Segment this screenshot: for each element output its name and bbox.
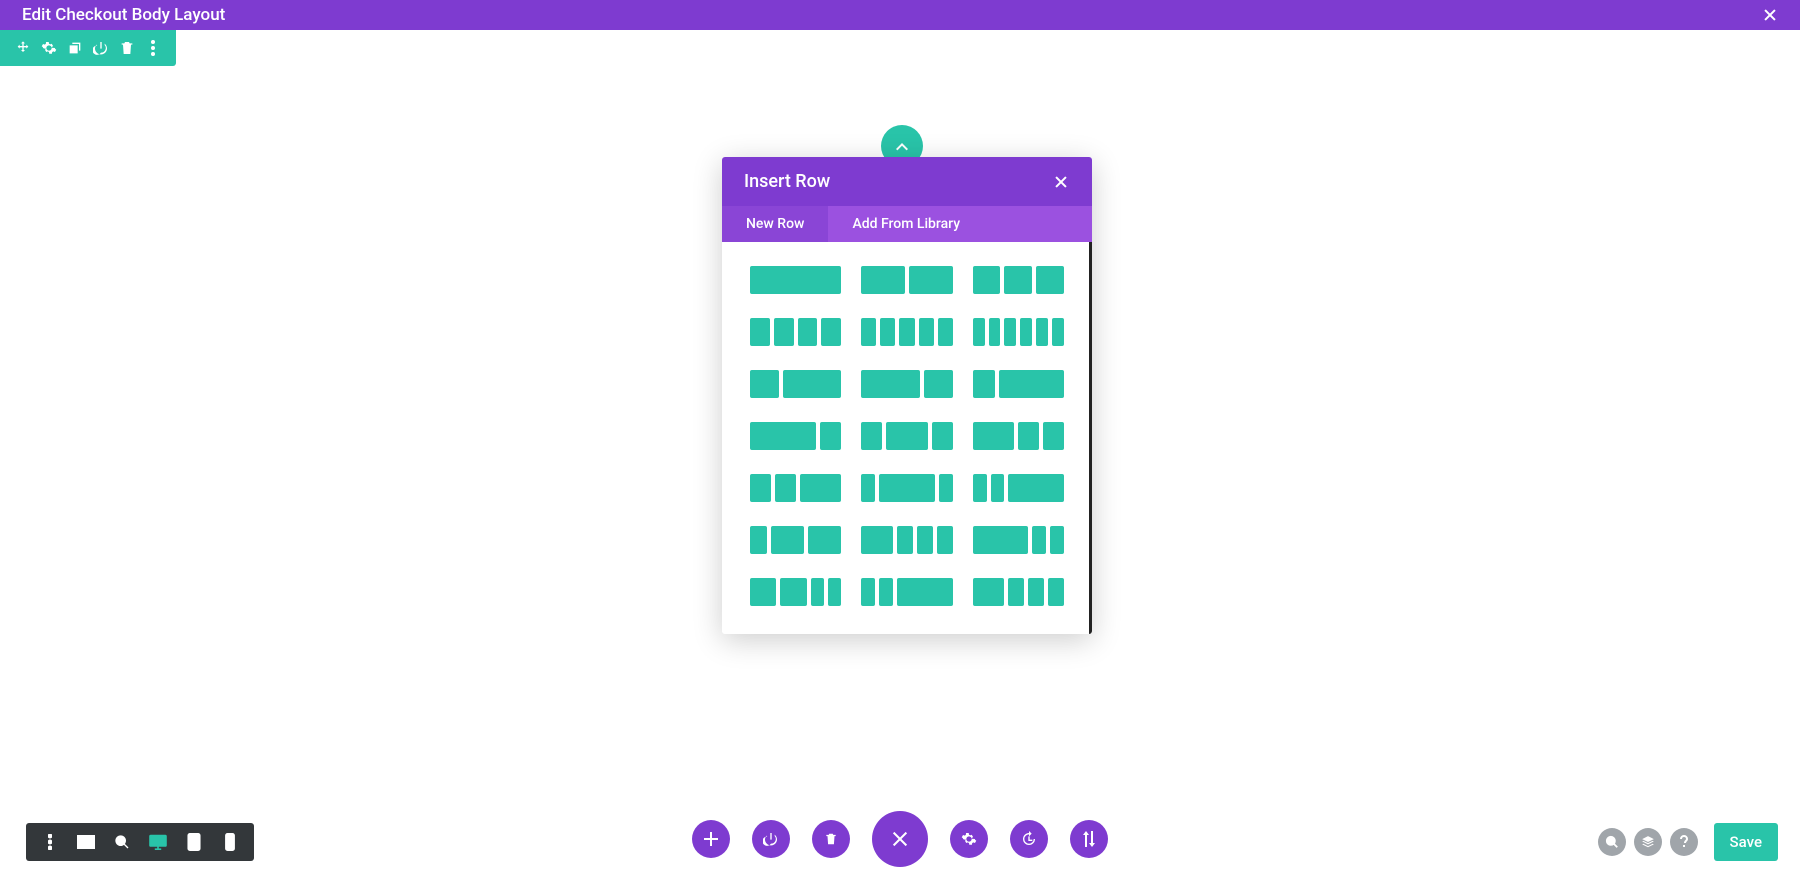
search-help-button[interactable]: [1598, 828, 1626, 856]
layout-option[interactable]: [750, 578, 841, 606]
gear-icon: [961, 831, 977, 847]
popover-tabs: New Row Add From Library: [722, 206, 1092, 242]
layout-option[interactable]: [861, 370, 952, 398]
duplicate-button[interactable]: [62, 34, 88, 62]
tab-new-row[interactable]: New Row: [722, 206, 828, 242]
insert-row-popover: Insert Row New Row Add From Library: [722, 157, 1092, 634]
popover-close-button[interactable]: [1052, 173, 1070, 191]
zoom-button[interactable]: [104, 824, 140, 860]
layout-option[interactable]: [973, 422, 1064, 450]
save-button[interactable]: Save: [1714, 823, 1778, 861]
close-panel-button[interactable]: [872, 811, 928, 867]
layout-option[interactable]: [973, 266, 1064, 294]
sort-icon: [1082, 831, 1096, 847]
layout-option[interactable]: [750, 526, 841, 554]
help-save-group: Save: [1598, 823, 1778, 861]
tablet-icon: [187, 833, 201, 851]
layout-option[interactable]: [973, 526, 1064, 554]
layout-option[interactable]: [750, 266, 841, 294]
power-button[interactable]: [88, 34, 114, 62]
delete-button[interactable]: [114, 34, 140, 62]
trash-icon: [119, 40, 135, 56]
reorder-button[interactable]: [1070, 820, 1108, 858]
popover-body-wrap: [722, 242, 1092, 634]
clear-button[interactable]: [812, 820, 850, 858]
power-icon: [93, 40, 109, 56]
view-toolbar: [26, 823, 254, 861]
page-title: Edit Checkout Body Layout: [22, 5, 225, 25]
desktop-view-button[interactable]: [140, 824, 176, 860]
more-icon: [48, 834, 52, 850]
topbar: Edit Checkout Body Layout: [0, 0, 1800, 30]
page-actions: [692, 811, 1108, 867]
layout-option[interactable]: [750, 370, 841, 398]
trash-icon: [824, 831, 838, 847]
add-button[interactable]: [692, 820, 730, 858]
settings-button[interactable]: [36, 34, 62, 62]
close-icon: [891, 830, 909, 848]
page-settings-button[interactable]: [950, 820, 988, 858]
layout-option[interactable]: [973, 318, 1064, 346]
layout-option[interactable]: [861, 318, 952, 346]
layout-grid: [722, 242, 1092, 634]
layers-button[interactable]: [1634, 828, 1662, 856]
history-button[interactable]: [1010, 820, 1048, 858]
toggle-button[interactable]: [752, 820, 790, 858]
power-icon: [763, 831, 779, 847]
popover-header: Insert Row: [722, 157, 1092, 206]
help-button[interactable]: [1670, 828, 1698, 856]
search-icon: [1605, 835, 1619, 849]
tablet-view-button[interactable]: [176, 824, 212, 860]
layout-option[interactable]: [973, 578, 1064, 606]
layers-icon: [1641, 835, 1655, 849]
more-button[interactable]: [140, 34, 166, 62]
close-icon: [1054, 175, 1068, 189]
desktop-icon: [148, 834, 168, 850]
layout-option[interactable]: [750, 474, 841, 502]
chevron-up-icon: [894, 141, 910, 151]
wireframe-icon: [77, 835, 95, 849]
popover-title: Insert Row: [744, 171, 830, 192]
layout-option[interactable]: [861, 526, 952, 554]
close-icon: [1763, 8, 1777, 22]
tab-add-from-library[interactable]: Add From Library: [828, 206, 984, 242]
zoom-icon: [114, 834, 130, 850]
move-icon: [15, 40, 31, 56]
gear-icon: [41, 40, 57, 56]
phone-icon: [225, 833, 235, 851]
section-toolbar: [0, 30, 176, 66]
plus-icon: [704, 832, 718, 846]
phone-view-button[interactable]: [212, 824, 248, 860]
layout-option[interactable]: [750, 422, 841, 450]
layout-option[interactable]: [973, 474, 1064, 502]
view-menu-button[interactable]: [32, 824, 68, 860]
layout-option[interactable]: [861, 474, 952, 502]
layout-option[interactable]: [861, 578, 952, 606]
question-icon: [1680, 835, 1688, 849]
duplicate-icon: [67, 40, 83, 56]
layout-option[interactable]: [861, 266, 952, 294]
move-button[interactable]: [10, 34, 36, 62]
layout-option[interactable]: [750, 318, 841, 346]
close-editor-button[interactable]: [1762, 7, 1778, 23]
layout-option[interactable]: [861, 422, 952, 450]
more-icon: [151, 40, 155, 56]
history-icon: [1021, 831, 1037, 847]
layout-option[interactable]: [973, 370, 1064, 398]
wireframe-view-button[interactable]: [68, 824, 104, 860]
